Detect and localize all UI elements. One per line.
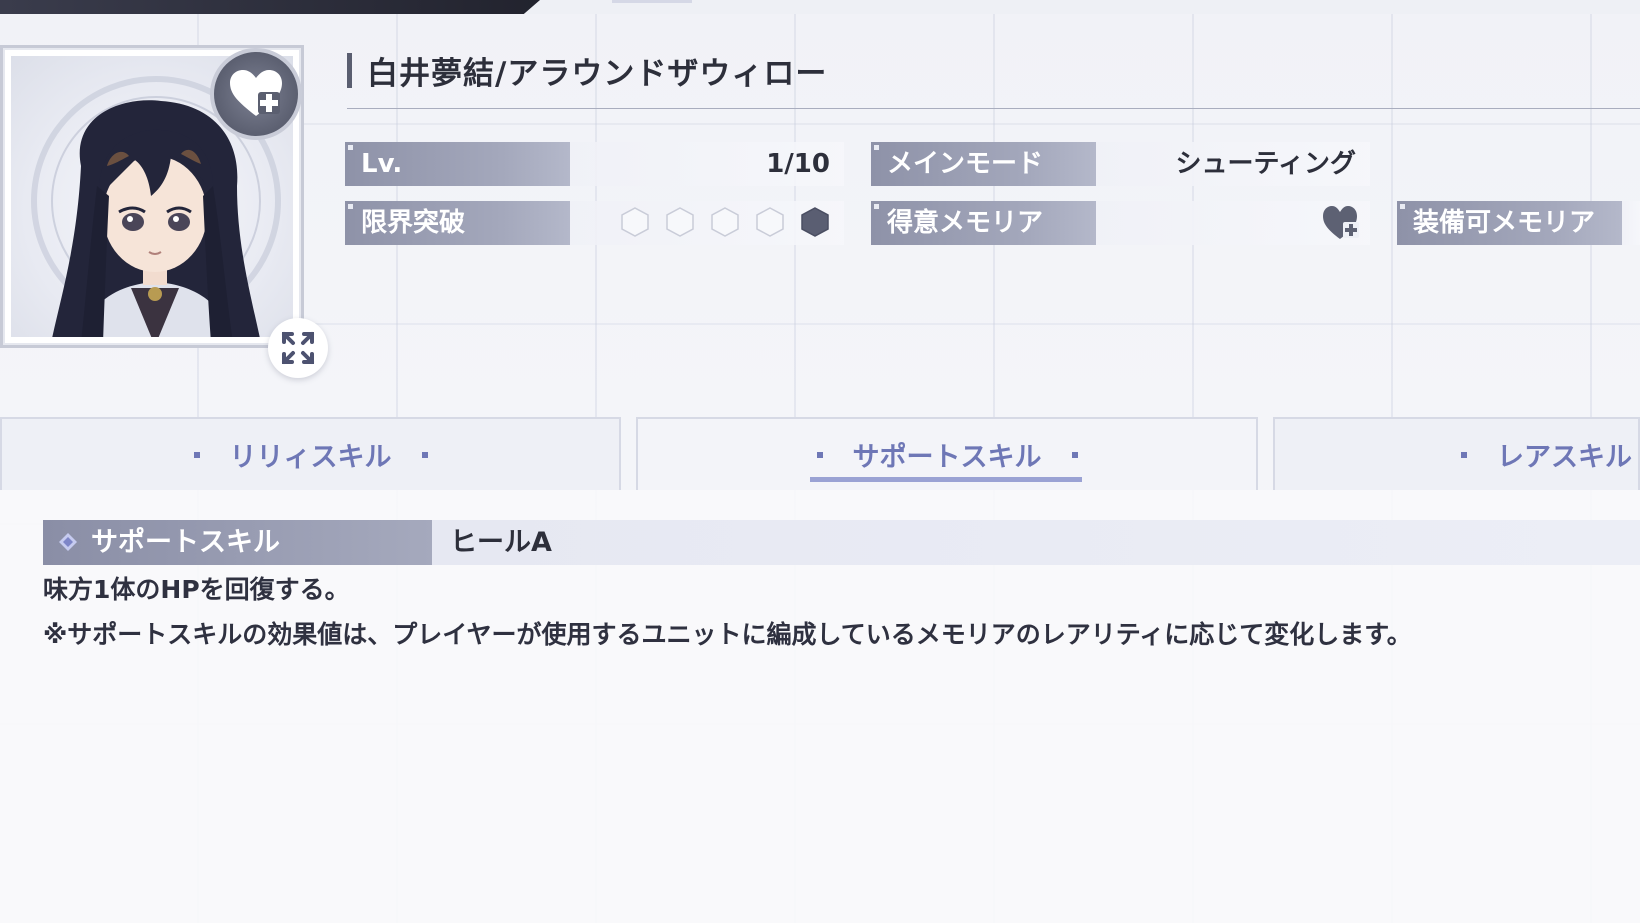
skill-description: 味方1体のHPを回復する。 <box>43 575 350 604</box>
tab-support-skill[interactable]: サポートスキル <box>636 417 1258 490</box>
specialty-memoria-label: 得意メモリア <box>871 201 1096 245</box>
tab-label: サポートスキル <box>852 442 1042 473</box>
limit-break-hex-empty-icon <box>756 207 784 237</box>
tab-dot-decoration <box>193 451 200 458</box>
tab-dot-decoration <box>1461 451 1467 458</box>
main-mode-label: メインモード <box>871 142 1096 186</box>
tab-dot-decoration <box>421 451 428 458</box>
main-mode-value: シューティング <box>1096 142 1370 186</box>
tab-label: レアスキル <box>1497 442 1632 473</box>
name-accent-bar <box>347 53 352 88</box>
heart-plus-icon <box>230 70 282 116</box>
level-value: 1/10 <box>570 142 844 186</box>
limit-break-label: 限界突破 <box>345 201 570 245</box>
heart-plus-icon <box>1323 206 1359 239</box>
tab-lily-skill[interactable]: リリィスキル <box>0 417 621 490</box>
limit-break-hex-empty-icon <box>666 207 694 237</box>
diamond-icon <box>59 533 77 551</box>
tab-rare-skill[interactable]: レアスキル <box>1273 417 1640 490</box>
expand-arrows-icon <box>282 332 314 364</box>
skill-name: ヒールA <box>432 520 1640 565</box>
character-name: 白井夢結/アラウンドザウィロー <box>367 56 828 92</box>
tab-dot-decoration <box>1071 451 1078 458</box>
top-bar-dark-segment <box>0 0 540 14</box>
skill-type-text: サポートスキル <box>91 527 280 558</box>
level-label: Lv. <box>345 142 570 186</box>
skill-type-label: サポートスキル <box>43 520 432 565</box>
skill-note: ※サポートスキルの効果値は、プレイヤーが使用するユニットに編成しているメモリアの… <box>43 620 1412 649</box>
expand-portrait-button[interactable] <box>268 318 328 378</box>
equippable-memoria-value <box>1622 201 1640 245</box>
equippable-memoria-label: 装備可メモリア <box>1397 201 1622 245</box>
top-bar-indicator <box>612 0 692 3</box>
name-divider <box>347 108 1640 109</box>
limit-break-hex-filled-icon <box>801 207 829 237</box>
limit-break-hex-empty-icon <box>621 207 649 237</box>
active-tab-underline <box>810 477 1082 482</box>
limit-break-hex-empty-icon <box>711 207 739 237</box>
tab-dot-decoration <box>816 451 823 458</box>
tab-label: リリィスキル <box>229 442 392 473</box>
favorite-add-button[interactable] <box>210 48 302 140</box>
